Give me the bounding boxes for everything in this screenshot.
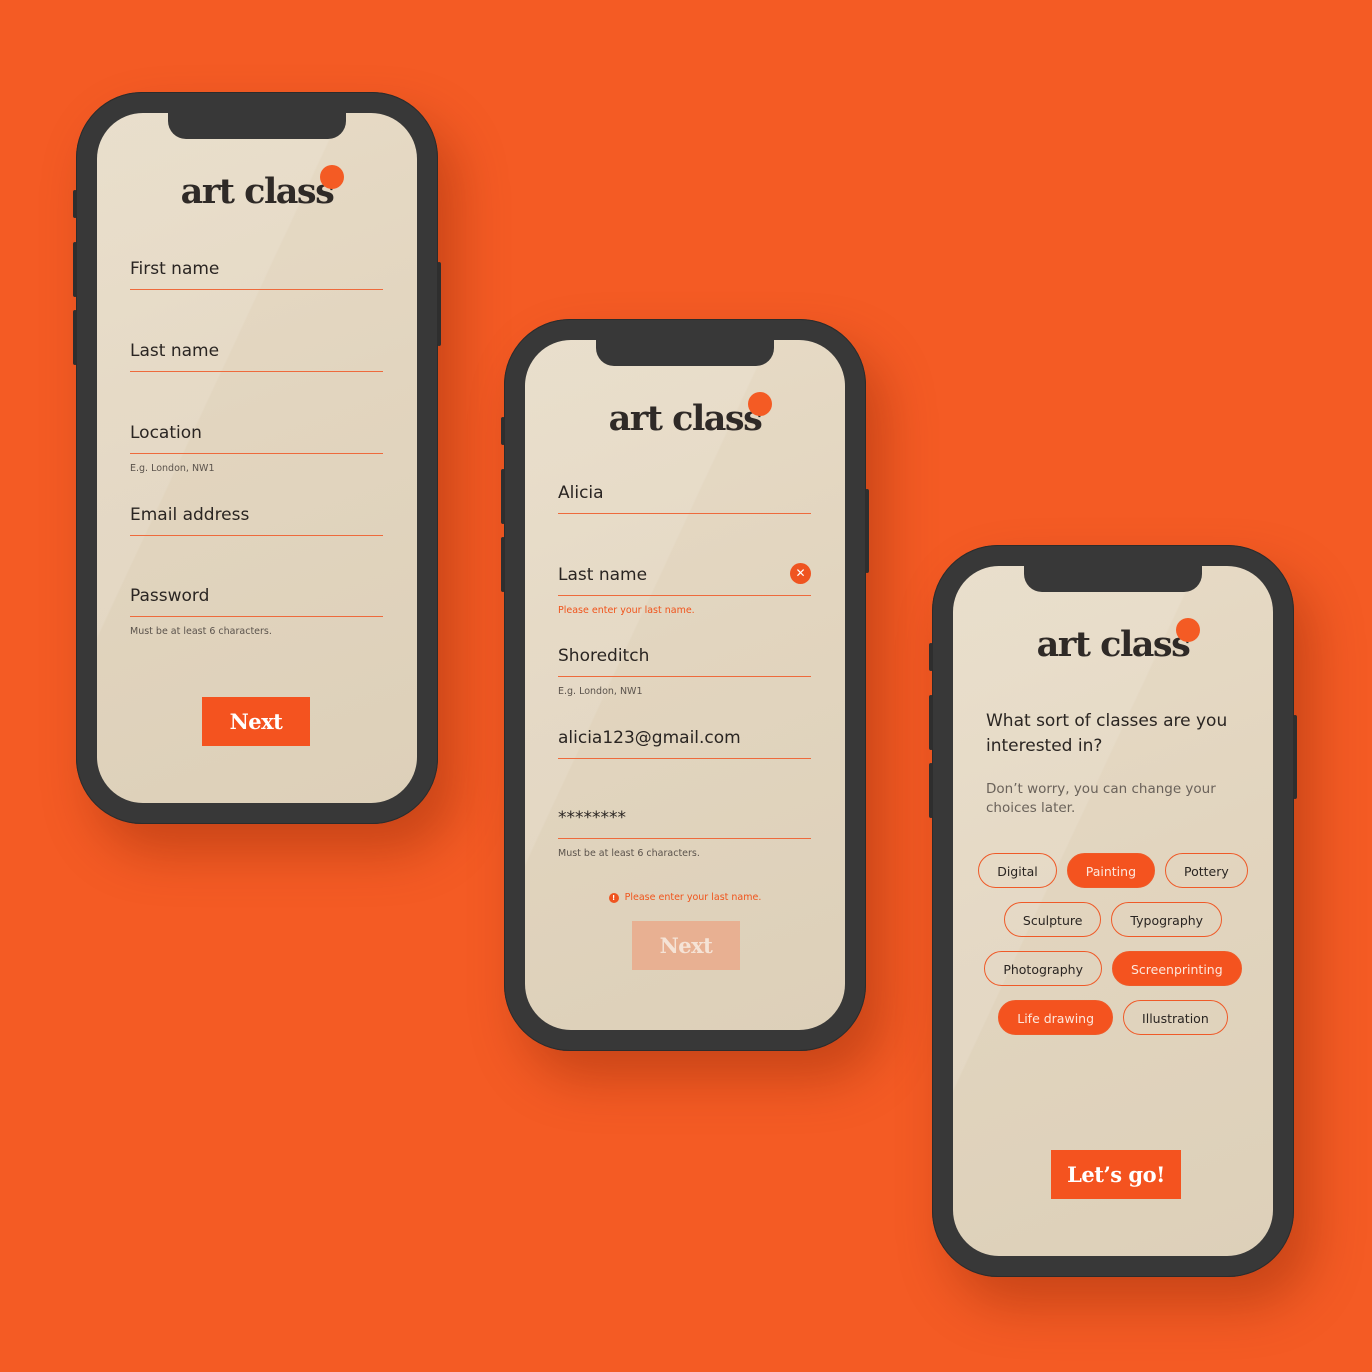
chip-pottery[interactable]: Pottery	[1165, 853, 1248, 888]
next-button[interactable]: Next	[202, 697, 310, 746]
notch	[1024, 566, 1202, 592]
chip-screenprinting[interactable]: Screenprinting	[1111, 951, 1242, 986]
chip-digital[interactable]: Digital	[978, 853, 1057, 888]
phone-signup: art class First name Last name Location …	[73, 92, 441, 824]
logo-dot	[748, 392, 773, 416]
logo-dot	[320, 165, 345, 189]
screen: art class What sort of classes are you i…	[953, 566, 1273, 1256]
form-error: ! Please enter your last name.	[525, 892, 845, 903]
question-subtext: Don’t worry, you can change your choices…	[986, 781, 1216, 816]
location-hint: E.g. London, NW1	[558, 686, 643, 697]
next-button[interactable]: Next	[632, 921, 740, 970]
chip-sculpture[interactable]: Sculpture	[1003, 902, 1102, 937]
email-field[interactable]: Email address	[130, 505, 383, 536]
chip-illustration[interactable]: Illustration	[1123, 1000, 1228, 1035]
logo: art class	[953, 618, 1273, 665]
interest-chips: Digital Painting Pottery Sculpture Typog…	[953, 853, 1273, 1049]
phone-signup-filled: art class Alicia Last name ✕ Please ente…	[501, 319, 869, 1051]
first-name-field[interactable]: Alicia	[558, 483, 811, 514]
first-name-field[interactable]: First name	[130, 259, 383, 290]
password-hint: Must be at least 6 characters.	[558, 848, 700, 859]
chip-photography[interactable]: Photography	[984, 951, 1102, 986]
location-hint: E.g. London, NW1	[130, 463, 215, 474]
password-field[interactable]: ******** Must be at least 6 characters.	[558, 808, 811, 859]
location-field[interactable]: Shoreditch E.g. London, NW1	[558, 646, 811, 697]
notch	[596, 340, 774, 366]
logo-dot	[1176, 618, 1201, 642]
phone-interests: art class What sort of classes are you i…	[929, 545, 1297, 1277]
chip-painting[interactable]: Painting	[1066, 853, 1156, 888]
screen: art class Alicia Last name ✕ Please ente…	[525, 340, 845, 1030]
notch	[168, 113, 346, 139]
screen: art class First name Last name Location …	[97, 113, 417, 803]
lets-go-button[interactable]: Let’s go!	[1051, 1150, 1181, 1199]
password-hint: Must be at least 6 characters.	[130, 626, 272, 637]
alert-icon: !	[608, 893, 619, 903]
last-name-error: Please enter your last name.	[558, 605, 695, 616]
last-name-field[interactable]: Last name	[130, 341, 383, 372]
chip-life-drawing[interactable]: Life drawing	[998, 1000, 1114, 1035]
last-name-field[interactable]: Last name ✕ Please enter your last name.	[558, 563, 811, 616]
email-field[interactable]: alicia123@gmail.com	[558, 728, 811, 759]
logo: art class	[525, 392, 845, 439]
password-field[interactable]: Password Must be at least 6 characters.	[130, 586, 383, 637]
chip-typography[interactable]: Typography	[1111, 902, 1223, 937]
location-field[interactable]: Location E.g. London, NW1	[130, 423, 383, 474]
question-heading: What sort of classes are you interested …	[986, 711, 1228, 756]
logo: art class	[97, 165, 417, 212]
clear-icon[interactable]: ✕	[790, 563, 811, 584]
